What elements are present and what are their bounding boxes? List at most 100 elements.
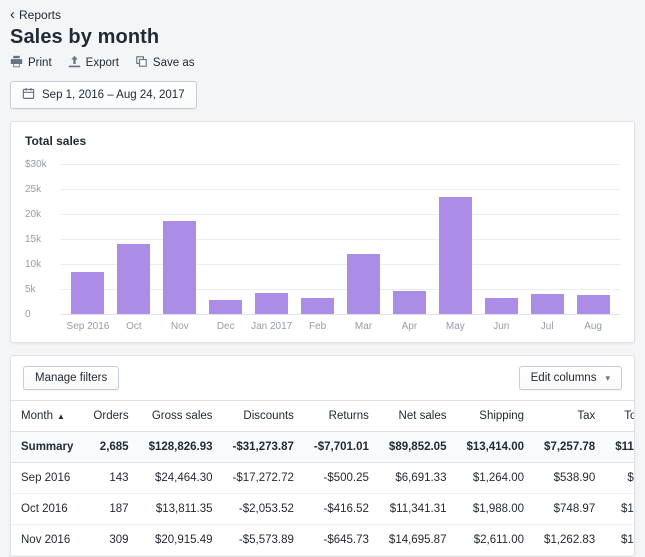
table-cell: $1,988.00 [456,493,535,525]
table-cell: -$31,273.87 [222,431,304,463]
table-cell: -$5,573.89 [222,524,304,556]
bar-column [432,164,478,314]
bar-column [203,164,249,314]
x-tick-label: Jul [540,321,554,332]
table-cell: Sep 2016 [11,462,84,494]
bar-jan-2017[interactable] [255,293,289,314]
bar-oct[interactable] [117,243,151,314]
x-tick-label: Sep 2016 [66,321,110,332]
sales-table: Month ▲ Orders Gross sales Discounts Returns N… [11,400,634,556]
back-chevron-icon: ‹ [10,6,15,23]
edit-columns-button[interactable]: Edit columns ▾ [518,366,622,390]
table-cell: $110,523.83 [605,431,634,463]
export-button[interactable]: Export [68,55,119,71]
table-cell: $7,257.78 [534,431,606,463]
bar-mar[interactable] [346,254,381,314]
column-header-shipping[interactable]: Shipping [456,400,535,432]
sales-by-month-page: ‹ Reports Sales by month Print Export Sa… [0,0,645,557]
table-cell: Nov 2016 [11,524,84,556]
table-cell: $748.97 [534,493,606,525]
date-range-row: Sep 1, 2016 – Aug 24, 2017 [10,81,635,109]
x-tick-label: Feb [308,321,327,332]
print-label: Print [28,57,52,69]
x-tick-label: Apr [401,321,418,332]
y-tick-label: 10k [25,258,42,270]
y-tick-label: $30k [25,159,47,170]
page-actions: Print Export Save as [10,55,635,71]
table-cell: -$416.52 [303,493,379,525]
save-as-icon [135,55,148,71]
manage-filters-label: Manage filters [35,372,108,384]
x-tick-label: Nov [170,321,189,332]
table-cell: $18,569.70 [605,524,634,556]
table-cell: $8,494.23 [605,462,634,494]
bar-nov[interactable] [163,221,197,314]
table-cell: 187 [83,493,139,525]
table-cell: -$645.73 [303,524,379,556]
total-sales-card: Total sales $30k 25k 20k 15k 10k 5k 0 Sep 2016… [10,121,635,343]
bar-apr[interactable] [392,291,426,314]
table-cell: 2,685 [83,431,139,463]
table-cell: $14,078.28 [605,493,634,525]
bar-sep-2016[interactable] [71,271,105,314]
page-title: Sales by month [10,26,160,48]
column-header-orders[interactable]: Orders [83,400,139,432]
manage-filters-button[interactable]: Manage filters [23,366,120,390]
date-range-label: Sep 1, 2016 – Aug 24, 2017 [42,89,185,101]
bar-column [249,164,295,314]
save-as-label: Save as [152,57,195,69]
table-cell: $24,464.30 [138,462,223,494]
x-tick-label: Mar [354,321,373,332]
table-cell: $11,341.31 [378,493,457,525]
breadcrumb[interactable]: ‹ Reports [10,6,62,23]
save-as-button[interactable]: Save as [135,55,195,71]
bar-column [570,164,616,314]
column-header-total-sales[interactable]: Total sales [605,400,634,432]
bar-may[interactable] [438,196,472,314]
date-range-button[interactable]: Sep 1, 2016 – Aug 24, 2017 [10,81,197,109]
y-tick-label: 15k [25,234,42,245]
column-header-discounts[interactable]: Discounts [222,400,304,432]
bar-dec[interactable] [209,299,243,314]
column-header-tax[interactable]: Tax [534,400,606,432]
bar-column [65,164,111,314]
column-header-net-sales[interactable]: Net sales [378,400,457,432]
print-button[interactable]: Print [10,55,52,71]
table-toolbar: Manage filters Edit columns ▾ [11,356,634,400]
table-cell: Summary [11,431,84,463]
x-tick-label: Oct [126,321,142,332]
table-cell: $1,262.83 [534,524,606,556]
caret-down-icon: ▾ [605,372,610,383]
bar-jul[interactable] [530,293,564,314]
table-row: Nov 2016 309 $20,915.49 -$5,573.89 -$645.73 $… [11,524,634,556]
x-tick-label: Aug [584,321,602,332]
table-cell: $538.90 [534,462,606,494]
table-cell: -$7,701.01 [303,431,379,463]
bar-column [157,164,203,314]
x-tick-label: Dec [216,321,235,332]
table-body: Summary 2,685 $128,826.93 -$31,273.87 -$7,70… [11,431,634,556]
bar-jun[interactable] [484,297,518,314]
bar-aug[interactable] [576,294,610,314]
export-label: Export [85,57,119,69]
column-header-month[interactable]: Month ▲ [11,400,84,432]
column-header-returns[interactable]: Returns [303,400,379,432]
export-icon [68,55,81,71]
y-tick-label: 25k [25,183,42,195]
breadcrumb-label: Reports [19,8,62,22]
bar-column [111,164,157,314]
table-cell: -$500.25 [303,462,379,494]
table-header-row: Month ▲ Orders Gross sales Discounts Returns N… [11,400,634,432]
column-header-gross-sales[interactable]: Gross sales [138,400,223,432]
table-cell: $1,264.00 [456,462,535,494]
table-cell: $128,826.93 [138,431,223,463]
bar-column [478,164,524,314]
bar-feb[interactable] [301,297,335,314]
bar-column [341,164,387,314]
x-tick-label: May [445,321,465,332]
gridline [61,314,620,315]
table-cell: $13,414.00 [456,431,535,463]
chart-bars [61,164,620,314]
chart-x-labels: Sep 2016 Oct Nov Dec Jan 2017 Feb Mar Apr May Jun… [61,321,620,332]
chart-title: Total sales [25,134,87,148]
